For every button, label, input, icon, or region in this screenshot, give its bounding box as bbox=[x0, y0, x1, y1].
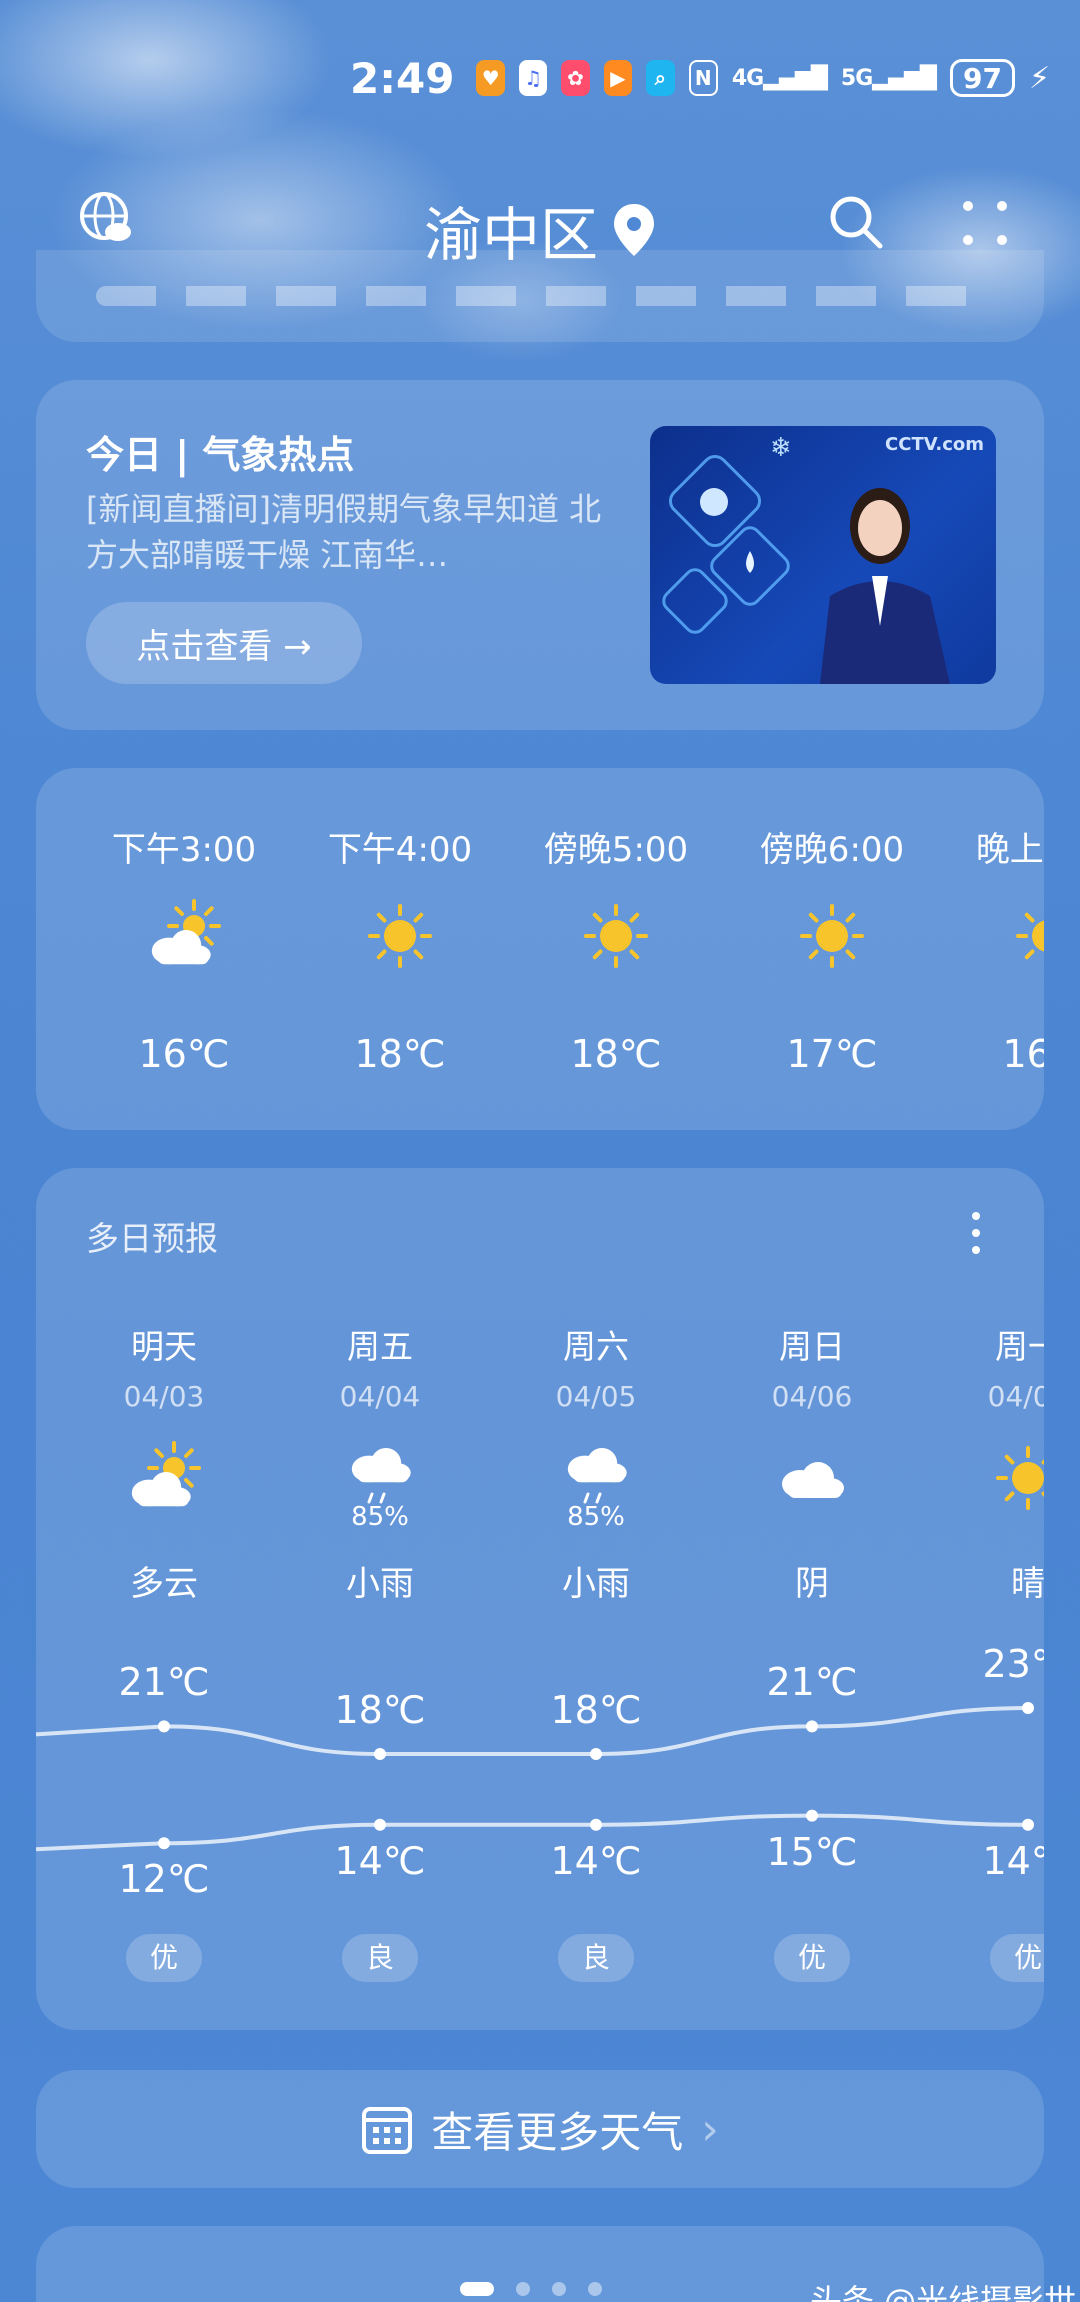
weather-news-card[interactable]: 今日 | 气象热点 [新闻直播间]清明假期气象早知道 北方大部晴暖干燥 江南华…… bbox=[36, 380, 1044, 730]
signal-4g-icon: 4G▂▄▆█ bbox=[731, 65, 828, 91]
low-temp-line-point bbox=[1022, 1818, 1034, 1831]
low-temp-label: 15℃ bbox=[766, 1829, 858, 1874]
news-subtitle: [新闻直播间]清明假期气象早知道 北方大部晴暖干燥 江南华… bbox=[86, 490, 602, 574]
sunny-icon bbox=[368, 904, 432, 968]
page-indicator bbox=[460, 2282, 602, 2296]
cctv-logo: CCTV.com bbox=[885, 434, 984, 455]
nfc-icon: N bbox=[688, 60, 718, 96]
hourly-time: 下午4:00 bbox=[327, 830, 473, 870]
hourly-time: 下午3:00 bbox=[111, 830, 257, 870]
calendar-icon bbox=[362, 2107, 413, 2154]
hourly-time: 晚上7:00 bbox=[975, 830, 1044, 870]
low-temp-line-point bbox=[158, 1837, 170, 1850]
more-options-icon[interactable] bbox=[958, 196, 1012, 250]
search-icon[interactable] bbox=[826, 192, 886, 252]
search-app-icon: ⌕ bbox=[646, 60, 675, 96]
low-temp-label: 14℃ bbox=[334, 1838, 426, 1883]
signal-5g-icon: 5G▂▄▆█ bbox=[840, 65, 937, 91]
hourly-time: 傍晚6:00 bbox=[759, 830, 905, 870]
chevron-right-icon: › bbox=[701, 2103, 719, 2155]
partly-cloudy-icon bbox=[151, 899, 221, 965]
hourly-icon-wrap bbox=[144, 896, 224, 976]
hourly-temp: 17℃ bbox=[786, 1032, 878, 1076]
battery-indicator: 97 bbox=[949, 59, 1015, 97]
page-dot bbox=[552, 2282, 566, 2296]
watermark-text: 头条 @光线摄影世界 bbox=[810, 2282, 1080, 2302]
video-app-icon: ▶ bbox=[603, 60, 633, 96]
low-temp-label: 14℃ bbox=[982, 1838, 1044, 1883]
music-app-icon: ♫ bbox=[518, 60, 548, 96]
hourly-icon-wrap bbox=[360, 896, 440, 976]
high-temp-line-point bbox=[374, 1748, 386, 1760]
hourly-time: 傍晚5:00 bbox=[543, 830, 689, 870]
hourly-temp: 18℃ bbox=[570, 1032, 662, 1076]
high-temp-line-point bbox=[806, 1720, 818, 1733]
sunny-icon bbox=[584, 904, 648, 968]
more-weather-button[interactable]: 查看更多天气 › bbox=[36, 2070, 1044, 2188]
news-anchor-image: ❄ bbox=[662, 433, 950, 684]
charging-icon: ⚡ bbox=[1028, 60, 1051, 96]
low-temp-line-point bbox=[590, 1818, 602, 1831]
page-dot bbox=[516, 2282, 530, 2296]
app-notification-icon: ♥ bbox=[476, 60, 505, 96]
low-temp-line-point bbox=[806, 1809, 818, 1822]
daily-forecast-card[interactable]: 多日预报 明天 04/03 多云优周五 04/04 85% 小雨良周六 04/05 85% 小雨… bbox=[36, 1168, 1044, 2030]
shopping-app-icon: ✿ bbox=[561, 60, 590, 96]
sunny-icon bbox=[800, 904, 864, 968]
hourly-item[interactable]: 傍晚5:00 18℃ bbox=[508, 768, 724, 1130]
status-bar: 2:49 ♥ ♫ ✿ ▶ ⌕ N 4G▂▄▆█ 5G▂▄▆█ 97 ⚡ bbox=[350, 50, 1050, 106]
high-temp-label: 21℃ bbox=[118, 1660, 210, 1705]
high-temp-line-point bbox=[590, 1748, 602, 1760]
status-time: 2:49 bbox=[350, 53, 455, 103]
hourly-icon-wrap bbox=[792, 896, 872, 976]
svg-text:❄: ❄ bbox=[770, 433, 792, 463]
hourly-item[interactable]: 晚上7:00 16℃ bbox=[940, 768, 1044, 1130]
hourly-icon-wrap bbox=[1008, 896, 1044, 976]
page-dot-active bbox=[460, 2282, 494, 2296]
sunny-icon bbox=[1016, 912, 1044, 960]
hourly-icon-wrap bbox=[576, 896, 656, 976]
hourly-temp: 16℃ bbox=[1002, 1032, 1044, 1076]
low-temp-label: 12℃ bbox=[118, 1857, 210, 1902]
view-news-label: 点击查看 → bbox=[136, 626, 312, 667]
high-temp-label: 23℃ bbox=[982, 1642, 1044, 1686]
hourly-forecast-card[interactable]: 下午3:00 16℃ 下午4:00 18℃ 傍晚5:00 18℃ 傍晚6:00 17℃ 晚上7:… bbox=[36, 768, 1044, 1130]
hourly-temp: 16℃ bbox=[138, 1032, 230, 1076]
high-temp-label: 18℃ bbox=[334, 1688, 426, 1732]
hourly-item[interactable]: 下午3:00 16℃ bbox=[76, 768, 292, 1130]
page-dot bbox=[588, 2282, 602, 2296]
low-temp-label: 14℃ bbox=[550, 1838, 642, 1883]
high-temp-line-point bbox=[158, 1720, 170, 1733]
view-news-button[interactable]: 点击查看 → bbox=[86, 602, 362, 684]
low-temp-line-point bbox=[374, 1818, 386, 1831]
high-temp-label: 18℃ bbox=[550, 1688, 642, 1732]
hourly-temp: 18℃ bbox=[354, 1032, 446, 1076]
high-temp-line-point bbox=[1022, 1702, 1034, 1714]
scrolled-text bbox=[96, 286, 996, 306]
hourly-item[interactable]: 傍晚6:00 17℃ bbox=[724, 768, 940, 1130]
news-title: 今日 | 气象热点 bbox=[86, 433, 355, 477]
more-weather-label: 查看更多天气 bbox=[431, 2107, 684, 2157]
hourly-item[interactable]: 下午4:00 18℃ bbox=[292, 768, 508, 1130]
high-temp-label: 21℃ bbox=[766, 1660, 858, 1705]
scrolled-alert-card bbox=[36, 250, 1044, 342]
news-thumbnail[interactable]: ❄ CCTV.com bbox=[650, 426, 996, 684]
